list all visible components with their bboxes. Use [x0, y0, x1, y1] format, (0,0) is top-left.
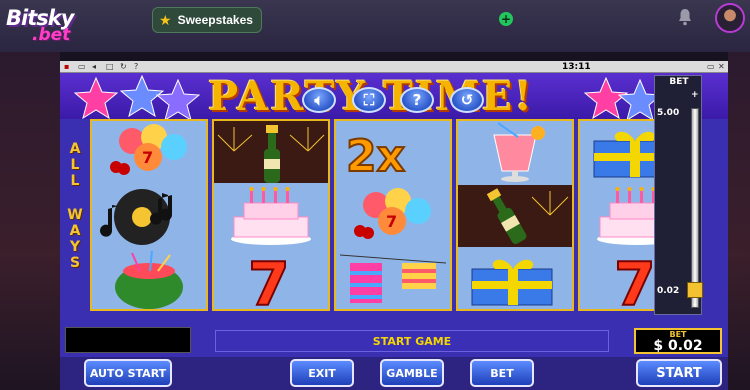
seven-icon: 7	[214, 249, 328, 311]
game-banner: PARTY TIME! 🔈︎ ⛶ ? ↺	[60, 73, 728, 121]
seven-symbol: 7	[248, 250, 290, 311]
balloons-seven-icon: 7	[92, 121, 206, 183]
minimize-icon[interactable]: ▭	[707, 63, 716, 71]
reel-4	[456, 119, 574, 311]
all-ways-letter: Y	[69, 239, 81, 255]
game-clock: 13:11	[562, 62, 591, 72]
champagne-icon	[214, 121, 328, 183]
bet-slider-track[interactable]	[691, 108, 699, 308]
sweepstakes-button[interactable]: ★ Sweepstakes	[152, 7, 262, 33]
question-icon: ?	[412, 91, 422, 109]
fullscreen-icon[interactable]: □	[106, 63, 115, 71]
gamble-button[interactable]: GAMBLE	[380, 359, 444, 387]
bet-display-value: $ 0.02	[653, 338, 703, 354]
watermelon-icon	[92, 249, 206, 311]
birthday-cake-icon	[214, 185, 328, 247]
star-decoration-icon	[74, 77, 118, 119]
seven-symbol: 7	[386, 212, 397, 231]
balloons-seven-icon: 7	[336, 185, 450, 247]
bell-icon[interactable]	[678, 8, 692, 26]
all-ways-letter: W	[67, 207, 83, 223]
all-ways-letter: A	[69, 141, 81, 157]
speaker-icon: 🔈︎	[314, 91, 324, 109]
history-icon: ↺	[460, 91, 474, 109]
scene-backdrop-left	[0, 52, 60, 390]
music-note-icon	[92, 185, 206, 247]
refresh-icon[interactable]: ↻	[120, 63, 129, 71]
add-funds-icon[interactable]: +	[499, 12, 513, 26]
multiplier-icon: 2x	[336, 121, 450, 183]
multiplier-symbol: 2x	[346, 131, 405, 182]
bet-decrease-icon[interactable]: -	[693, 300, 697, 310]
status-message: START GAME	[215, 330, 609, 352]
bet-increase-icon[interactable]: +	[691, 90, 699, 100]
start-button[interactable]: START	[636, 359, 722, 387]
scene-backdrop-right	[728, 52, 750, 390]
site-header: Bitsky .bet ★ Sweepstakes +	[0, 0, 750, 52]
bet-slider-panel: BET 5.00 + 0.02 -	[654, 75, 703, 315]
help-button[interactable]: ?	[400, 87, 434, 113]
reel-3: 2x 7	[334, 119, 452, 311]
fullscreen-button[interactable]: ⛶	[352, 87, 386, 113]
exit-button[interactable]: EXIT	[290, 359, 354, 387]
close-icon[interactable]: ✕	[718, 63, 727, 71]
bet-slider-knob[interactable]	[687, 282, 703, 298]
all-ways-letter: L	[70, 173, 80, 189]
window-icon[interactable]: ▭	[78, 63, 87, 71]
seven-symbol: 7	[142, 148, 153, 167]
all-ways-label: A L L W A Y S	[60, 141, 90, 321]
history-button[interactable]: ↺	[450, 87, 484, 113]
reels: 7 7 2x 7 7	[90, 119, 696, 311]
bunting-icon	[336, 249, 450, 311]
star-icon: ★	[159, 11, 172, 28]
expand-icon: ⛶	[363, 91, 375, 109]
bet-button[interactable]: BET	[470, 359, 534, 387]
help-icon[interactable]: ?	[134, 63, 143, 71]
bet-max-value: 5.00	[657, 108, 680, 118]
sound-button[interactable]: 🔈︎	[302, 87, 336, 113]
game-titlebar: ▪ ▭ ◂ □ ↻ ? 13:11 ▭ ✕	[60, 61, 728, 73]
win-display	[65, 327, 191, 353]
star-decoration-icon	[156, 79, 200, 121]
logo-subtext: .bet	[32, 25, 71, 45]
reel-1: 7	[90, 119, 208, 311]
gift-box-icon	[458, 249, 572, 311]
reel-2: 7	[212, 119, 330, 311]
slot-game: ▪ ▭ ◂ □ ↻ ? 13:11 ▭ ✕ PARTY TIME! 🔈︎ ⛶ ?…	[60, 61, 728, 390]
sweepstakes-label: Sweepstakes	[177, 13, 253, 27]
all-ways-letter: A	[69, 223, 81, 239]
bitsky-logo[interactable]: Bitsky .bet	[6, 6, 86, 45]
all-ways-letter: L	[70, 157, 80, 173]
champagne-icon	[458, 185, 572, 247]
auto-start-button[interactable]: AUTO START	[84, 359, 172, 387]
bet-display: BET $ 0.02	[634, 328, 722, 354]
all-ways-letter: S	[69, 255, 81, 271]
bet-current-value: 0.02	[657, 286, 680, 296]
user-avatar[interactable]	[715, 3, 745, 33]
cocktail-icon	[458, 121, 572, 183]
sound-icon[interactable]: ◂	[92, 63, 101, 71]
seven-symbol: 7	[614, 250, 656, 311]
flag-icon[interactable]: ▪	[64, 63, 73, 71]
bet-slider-label: BET	[669, 77, 689, 87]
